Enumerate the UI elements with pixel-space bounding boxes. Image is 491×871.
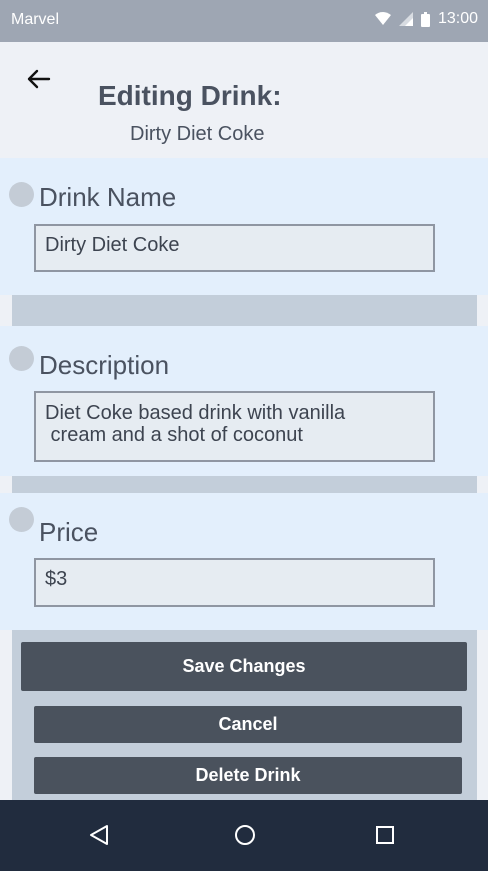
description-field[interactable]: Diet Coke based drink with vanilla cream…	[34, 391, 435, 462]
delete-drink-button[interactable]: Delete Drink	[34, 757, 462, 794]
status-icons: 13:00	[374, 10, 478, 28]
description-line-2: cream and a shot of coconut	[45, 424, 303, 446]
page-title: Editing Drink:	[98, 80, 282, 111]
back-button[interactable]	[22, 62, 56, 96]
system-nav-bar	[0, 800, 488, 871]
signal-icon	[398, 12, 413, 26]
recents-square-icon	[376, 826, 394, 844]
section-marker-icon	[9, 182, 34, 207]
drink-name-field[interactable]: Dirty Diet Coke	[34, 224, 435, 272]
price-label: Price	[39, 517, 99, 547]
section-divider	[12, 295, 477, 326]
nav-home-button[interactable]	[230, 820, 260, 850]
save-changes-button[interactable]: Save Changes	[21, 642, 467, 691]
description-label: Description	[39, 350, 170, 380]
section-marker-icon	[9, 346, 34, 371]
cancel-button[interactable]: Cancel	[34, 706, 462, 743]
clock-time: 13:00	[437, 10, 478, 27]
battery-icon	[420, 11, 430, 27]
drink-name-section: Drink Name Dirty Diet Coke	[0, 158, 488, 295]
carrier-label: Marvel	[11, 11, 60, 28]
app-screen: Marvel 13:00 Editing Drink: Dirty Diet C…	[0, 0, 488, 871]
nav-back-button[interactable]	[84, 820, 114, 850]
price-section: Price $3	[0, 493, 488, 630]
drink-name-value: Dirty Diet Coke	[45, 234, 180, 256]
back-triangle-icon	[90, 825, 108, 845]
nav-recents-button[interactable]	[370, 820, 400, 850]
section-marker-icon	[9, 507, 34, 532]
wifi-icon	[374, 12, 391, 26]
status-bar: Marvel 13:00	[0, 0, 488, 42]
drink-name-label: Drink Name	[39, 182, 177, 212]
section-divider	[12, 476, 477, 493]
actions-panel: Save Changes Cancel Delete Drink	[12, 630, 477, 801]
description-line-1: Diet Coke based drink with vanilla	[45, 402, 346, 424]
back-arrow-icon	[27, 69, 51, 89]
price-value: $3	[45, 568, 68, 590]
price-field[interactable]: $3	[34, 558, 435, 607]
page-subtitle: Dirty Diet Coke	[130, 123, 265, 145]
home-circle-icon	[235, 825, 255, 845]
description-section: Description Diet Coke based drink with v…	[0, 326, 488, 476]
